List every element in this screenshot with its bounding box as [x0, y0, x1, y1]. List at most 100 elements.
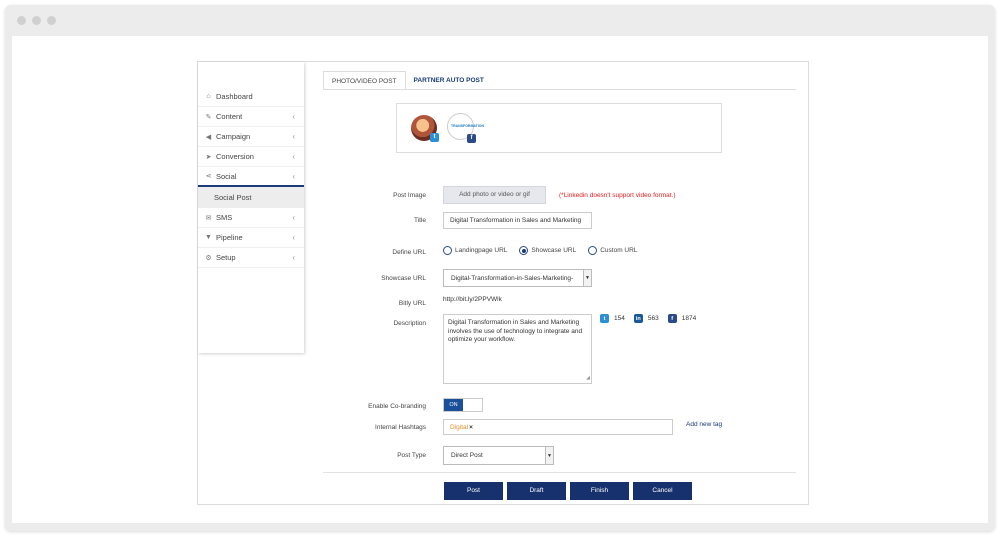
sidebar-item-dashboard[interactable]: ⌂ Dashboard: [198, 87, 304, 107]
sidebar-item-setup[interactable]: ⚙ Setup ‹: [198, 248, 304, 268]
window-controls: [17, 16, 56, 25]
sidebar-subitem-social-post[interactable]: Social Post: [198, 187, 304, 208]
hashtag-chip: Digital: [450, 423, 469, 431]
post-type-select[interactable]: Direct Post ▼: [443, 446, 554, 465]
post-type-label: Post Type: [397, 452, 426, 459]
linkedin-warning: (*Linkedin doesn't support video format.…: [559, 192, 676, 199]
tab-photo-video-post[interactable]: PHOTO/VIDEO POST: [323, 71, 406, 90]
add-media-button[interactable]: Add photo or video or gif: [443, 186, 546, 204]
viewport: ⌂ Dashboard ✎ Content ‹ ◀ Campaign ‹ ➤ C…: [12, 36, 988, 523]
cursor-icon: ➤: [205, 153, 212, 161]
radio-button[interactable]: [588, 246, 598, 255]
sidebar-nav: ⌂ Dashboard ✎ Content ‹ ◀ Campaign ‹ ➤ C…: [198, 62, 304, 268]
facebook-icon: f: [667, 314, 677, 323]
main-content: PHOTO/VIDEO POST PARTNER AUTO POST t TRA…: [313, 62, 808, 504]
toggle-on-label: ON: [444, 399, 463, 411]
window-dot: [17, 16, 26, 25]
add-new-tag-link[interactable]: Add new tag: [686, 421, 722, 428]
window-dot: [32, 16, 41, 25]
post-button[interactable]: Post: [444, 482, 503, 500]
remove-tag-icon[interactable]: ×: [469, 424, 473, 431]
radio-label: Landingpage URL: [455, 247, 508, 254]
twitter-count: 154: [614, 315, 625, 322]
edit-icon: ✎: [205, 113, 212, 121]
window-dot: [47, 16, 56, 25]
select-value: Direct Post: [451, 452, 483, 459]
chevron-left-icon: ‹: [292, 152, 295, 161]
megaphone-icon: ◀: [205, 133, 212, 141]
funnel-icon: ▼: [205, 234, 212, 241]
cobranding-label: Enable Co-branding: [368, 403, 426, 410]
post-tabs: PHOTO/VIDEO POST PARTNER AUTO POST: [323, 71, 492, 90]
chevron-left-icon: ‹: [292, 132, 295, 141]
finish-button[interactable]: Finish: [570, 482, 629, 500]
tab-partner-auto-post[interactable]: PARTNER AUTO POST: [406, 71, 492, 90]
chevron-left-icon: ‹: [292, 213, 295, 222]
radio-landingpage-url[interactable]: Landingpage URL: [443, 246, 507, 255]
sidebar-item-label: Pipeline: [216, 233, 243, 242]
radio-custom-url[interactable]: Custom URL: [588, 246, 637, 255]
post-image-label: Post Image: [393, 192, 426, 199]
envelope-icon: ✉: [205, 214, 212, 222]
draft-button[interactable]: Draft: [507, 482, 566, 500]
hashtags-label: Internal Hashtags: [375, 424, 426, 431]
sidebar-item-social[interactable]: ⋖ Social ‹: [198, 167, 304, 187]
facebook-count: 1874: [681, 315, 697, 322]
select-value: Digital-Transformation-in-Sales-Marketin…: [451, 274, 574, 282]
radio-label: Showcase URL: [531, 247, 577, 254]
radio-showcase-url[interactable]: Showcase URL: [519, 246, 576, 255]
chevron-left-icon: ‹: [292, 171, 295, 181]
action-buttons: Post Draft Finish Cancel: [444, 482, 692, 500]
app-panel: ⌂ Dashboard ✎ Content ‹ ◀ Campaign ‹ ➤ C…: [197, 61, 809, 505]
showcase-url-label: Showcase URL: [381, 275, 426, 282]
description-label: Description: [393, 320, 426, 327]
character-counts: t 154 in 563 f 1874: [600, 314, 705, 323]
hashtags-input[interactable]: Digital ×: [443, 419, 673, 435]
sidebar-item-label: Setup: [216, 253, 236, 262]
title-input[interactable]: Digital Transformation in Sales and Mark…: [443, 212, 592, 229]
cancel-button[interactable]: Cancel: [633, 482, 692, 500]
sidebar-item-label: Content: [216, 112, 243, 121]
bitly-url-value: http://bit.ly/2PPVWlk: [443, 296, 502, 303]
radio-button-selected[interactable]: [519, 246, 529, 255]
browser-window: ⌂ Dashboard ✎ Content ‹ ◀ Campaign ‹ ➤ C…: [5, 5, 995, 531]
sidebar-item-pipeline[interactable]: ▼ Pipeline ‹: [198, 228, 304, 248]
description-text: Digital Transformation in Sales and Mark…: [448, 319, 583, 343]
define-url-label: Define URL: [392, 249, 426, 256]
gear-icon: ⚙: [205, 254, 212, 262]
radio-label: Custom URL: [600, 247, 638, 254]
sidebar-item-conversion[interactable]: ➤ Conversion ‹: [198, 147, 304, 167]
sidebar-item-label: Campaign: [216, 132, 251, 141]
facebook-icon: f: [467, 134, 476, 143]
share-icon: ⋖: [205, 173, 212, 180]
chevron-left-icon: ‹: [292, 233, 295, 242]
social-profiles-box: t TRANSFORMATION f: [396, 103, 722, 153]
resize-handle-icon[interactable]: ◢: [586, 374, 590, 383]
radio-button[interactable]: [443, 246, 452, 255]
chevron-left-icon: ‹: [292, 112, 295, 121]
chevron-left-icon: ‹: [292, 253, 295, 262]
home-icon: ⌂: [206, 93, 211, 100]
caret-down-icon: ▼: [545, 447, 553, 464]
sidebar-item-campaign[interactable]: ◀ Campaign ‹: [198, 127, 304, 147]
description-textarea[interactable]: Digital Transformation in Sales and Mark…: [443, 314, 592, 384]
linkedin-count: 563: [647, 315, 659, 322]
linkedin-icon: in: [633, 314, 643, 323]
sidebar-item-sms[interactable]: ✉ SMS ‹: [198, 208, 304, 228]
caret-down-icon: ▼: [583, 270, 591, 286]
company-logo: TRANSFORMATION: [451, 124, 484, 128]
showcase-url-select[interactable]: Digital-Transformation-in-Sales-Marketin…: [443, 269, 592, 287]
actions-divider: [323, 472, 796, 473]
sidebar-item-label: Conversion: [216, 152, 254, 161]
sidebar-item-label: SMS: [216, 213, 233, 222]
sidebar-item-label: Dashboard: [216, 92, 253, 101]
cobranding-toggle[interactable]: ON: [443, 398, 483, 412]
twitter-icon: t: [600, 314, 609, 323]
tab-divider: [323, 89, 796, 90]
twitter-icon: t: [430, 133, 439, 142]
title-label: Title: [413, 217, 426, 224]
sidebar-item-label: Social: [216, 171, 237, 181]
sidebar: ⌂ Dashboard ✎ Content ‹ ◀ Campaign ‹ ➤ C…: [198, 62, 304, 353]
sidebar-item-content[interactable]: ✎ Content ‹: [198, 107, 304, 127]
bitly-url-label: Bitly URL: [398, 300, 426, 307]
